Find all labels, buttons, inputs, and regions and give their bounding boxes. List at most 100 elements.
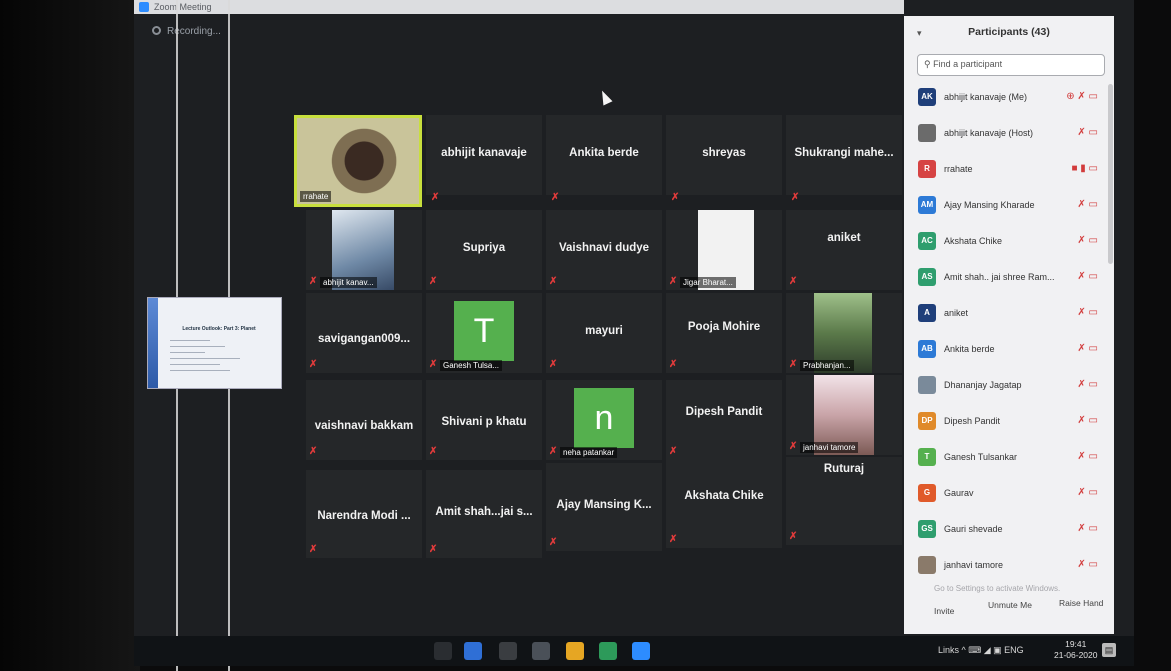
excel-icon[interactable]	[599, 642, 617, 660]
mic-muted-icon: ✗	[669, 276, 678, 287]
avatar: AC	[918, 232, 936, 250]
mic-muted-icon: ✗	[549, 537, 558, 548]
participant-row[interactable]: Rrrahate ■ ▮ ▭	[904, 156, 1104, 183]
video-tile[interactable]: Amit shah...jai s... ✗	[426, 470, 542, 558]
participant-name: Ankita berde	[944, 344, 995, 354]
participant-row[interactable]: DP Dipesh Pandit ✗ ▭	[904, 408, 1104, 435]
recording-indicator[interactable]: Recording...	[152, 26, 221, 37]
raise-hand-button[interactable]: Raise Hand	[1059, 598, 1103, 608]
tile-name: Dipesh Pandit	[685, 406, 763, 418]
participant-row[interactable]: GS Gauri shevade ✗ ▭	[904, 516, 1104, 543]
avatar: GS	[918, 520, 936, 538]
edge-browser-icon[interactable]	[464, 642, 482, 660]
video-tile[interactable]: Shukrangi mahe... ✗	[786, 115, 902, 203]
tile-name: vaishnavi bakkam	[314, 420, 414, 432]
participant-row[interactable]: abhijit kanavaje (Host) ✗ ▭	[904, 120, 1104, 147]
participant-status-icons: ✗ ▭	[1077, 199, 1098, 210]
participant-list-scrollbar[interactable]	[1108, 84, 1113, 264]
participant-name: Dipesh Pandit	[944, 416, 1001, 426]
mic-muted-icon: ✗	[309, 544, 318, 555]
tile-name: aniket	[827, 232, 861, 244]
zoom-taskbar-icon[interactable]	[632, 642, 650, 660]
windows-taskbar: Links ^ ⌨ ◢ ▣ ENG 19:41 21-06-2020 ▤	[134, 636, 1134, 666]
participant-status-icons: ✗ ▭	[1077, 523, 1098, 534]
participant-name: Amit shah.. jai shree Ram...	[944, 272, 1055, 282]
video-tile[interactable]: Pooja Mohire ✗	[666, 293, 782, 373]
video-tile[interactable]: Ruturaj ✗	[786, 457, 902, 545]
tile-name-label: rrahate	[300, 191, 332, 202]
participant-row[interactable]: Aaniket ✗ ▭	[904, 300, 1104, 327]
participant-row[interactable]: AK abhijit kanavaje (Me) ⊕ ✗ ▭	[904, 84, 1104, 111]
video-tile[interactable]: mayuri ✗	[546, 293, 662, 373]
video-tile[interactable]: ✗ abhijit kanav...	[306, 210, 422, 290]
participant-row[interactable]: AB Ankita berde ✗ ▭	[904, 336, 1104, 363]
mic-muted-icon: ✗	[429, 276, 438, 287]
video-tile[interactable]: Ajay Mansing K... ✗	[546, 463, 662, 551]
shared-screen-thumbnail[interactable]: Lecture Outlook: Part 3: Planet	[147, 297, 282, 389]
tile-name-label: Jigar Bharat...	[680, 277, 736, 288]
video-tile[interactable]: abhijit kanavaje ✗	[426, 115, 542, 203]
participant-row[interactable]: T Ganesh Tulsankar ✗ ▭	[904, 444, 1104, 471]
video-tile[interactable]: Supriya ✗	[426, 210, 542, 290]
video-tile[interactable]: aniket ✗	[786, 210, 902, 290]
mic-muted-icon: ✗	[309, 276, 318, 287]
video-tile-active[interactable]: rrahate	[294, 115, 422, 207]
video-tile[interactable]: savigangan009... ✗	[306, 293, 422, 373]
tile-name-label: abhijit kanav...	[320, 277, 377, 288]
invite-button[interactable]: Invite	[934, 606, 954, 616]
video-tile[interactable]: Vaishnavi dudye ✗	[546, 210, 662, 290]
participant-row[interactable]: G Gaurav ✗ ▭	[904, 480, 1104, 507]
video-tile[interactable]: Shivani p khatu ✗	[426, 380, 542, 460]
slide-title: Lecture Outlook: Part 3: Planet	[182, 326, 256, 332]
video-tile[interactable]: ✗ Jigar Bharat...	[666, 210, 782, 290]
participant-status-icons: ✗ ▭	[1077, 343, 1098, 354]
tile-name-label: neha patankar	[560, 447, 618, 458]
store-icon[interactable]	[532, 642, 550, 660]
participant-status-icons: ✗ ▭	[1077, 235, 1098, 246]
tile-name: mayuri	[585, 325, 623, 337]
video-tile[interactable]: Akshata Chike ✗	[666, 460, 782, 548]
video-tile[interactable]: shreyas ✗	[666, 115, 782, 203]
participant-search-input[interactable]: ⚲ Find a participant	[917, 54, 1105, 76]
avatar: R	[918, 160, 936, 178]
participant-row[interactable]: AC Akshata Chike ✗ ▭	[904, 228, 1104, 255]
participant-name: Ganesh Tulsankar	[944, 452, 1018, 462]
participants-panel: ▾ Participants (43) ⚲ Find a participant…	[904, 16, 1114, 634]
video-tile[interactable]: Ankita berde ✗	[546, 115, 662, 203]
participant-row[interactable]: Dhananjay Jagatap ✗ ▭	[904, 372, 1104, 399]
participant-name: Gauri shevade	[944, 524, 1003, 534]
video-tile[interactable]: Dipesh Pandit ✗	[666, 380, 782, 460]
participant-status-icons: ✗ ▭	[1077, 379, 1098, 390]
video-tile[interactable]: vaishnavi bakkam ✗	[306, 380, 422, 460]
windows-activation-watermark: Go to Settings to activate Windows.	[934, 584, 1061, 593]
chrome-icon[interactable]	[566, 642, 584, 660]
notification-icon[interactable]: ▤	[1102, 643, 1116, 657]
video-tile[interactable]: Narendra Modi ... ✗	[306, 470, 422, 558]
avatar: AB	[918, 340, 936, 358]
search-icon[interactable]	[434, 642, 452, 660]
participant-name: aniket	[944, 308, 969, 318]
participant-status-icons: ✗ ▭	[1077, 559, 1098, 570]
task-view-icon[interactable]	[499, 642, 517, 660]
slide-text-line	[170, 358, 240, 359]
participant-name: Gaurav	[944, 488, 974, 498]
video-tile[interactable]: ✗ janhavi tamore	[786, 375, 902, 455]
unmute-me-button[interactable]: Unmute Me	[988, 600, 1032, 610]
mic-muted-icon: ✗	[669, 446, 678, 457]
participant-row[interactable]: AM Ajay Mansing Kharade ✗ ▭	[904, 192, 1104, 219]
mic-muted-icon: ✗	[551, 192, 560, 203]
zoom-app-icon	[139, 2, 149, 12]
video-tile[interactable]: n ✗ neha patankar	[546, 380, 662, 460]
participant-status-icons: ⊕ ✗ ▭	[1066, 91, 1098, 102]
participant-row[interactable]: AS Amit shah.. jai shree Ram... ✗ ▭	[904, 264, 1104, 291]
system-tray[interactable]: Links ^ ⌨ ◢ ▣ ENG	[938, 645, 1024, 656]
clock-date: 21-06-2020	[1054, 650, 1098, 660]
video-tile[interactable]: T ✗ Ganesh Tulsa...	[426, 293, 542, 373]
participant-row[interactable]: janhavi tamore ✗ ▭	[904, 552, 1104, 579]
participant-status-icons: ✗ ▭	[1077, 271, 1098, 282]
video-tile[interactable]: ✗ Prabhanjan...	[786, 293, 902, 373]
avatar: AK	[918, 88, 936, 106]
taskbar-clock[interactable]: 19:41 21-06-2020	[1054, 639, 1097, 661]
mic-muted-icon: ✗	[429, 359, 438, 370]
participant-status-icons: ✗ ▭	[1077, 415, 1098, 426]
